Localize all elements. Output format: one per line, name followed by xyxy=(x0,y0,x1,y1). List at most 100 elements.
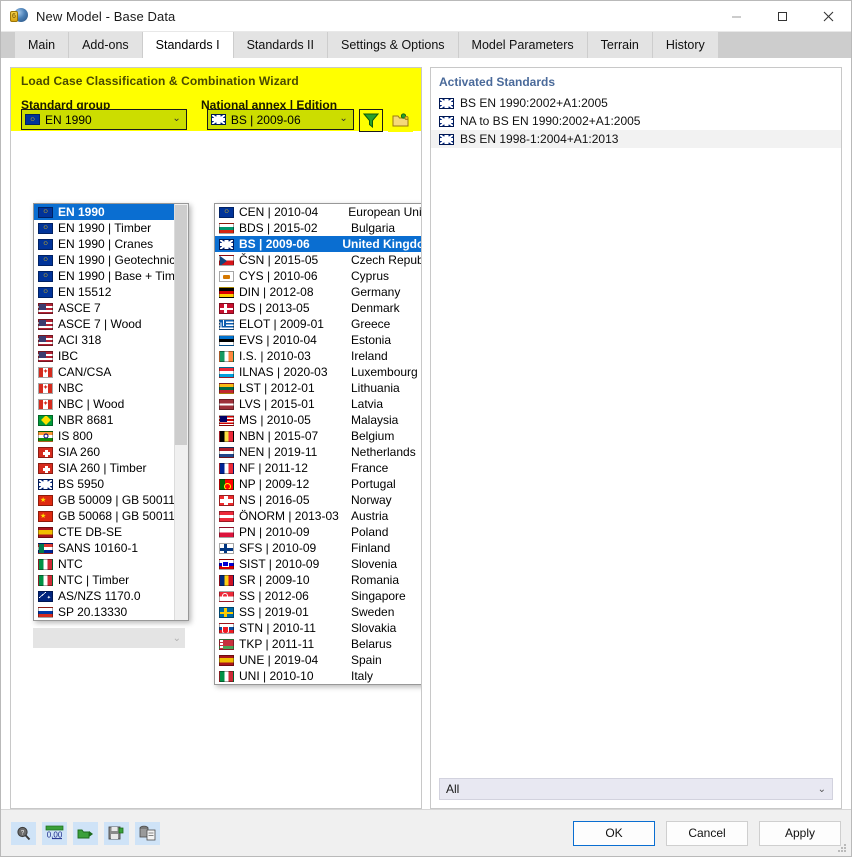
national-annex-item[interactable]: SIST | 2010-09 Slovenia xyxy=(215,556,421,572)
national-annex-item[interactable]: NS | 2016-05 Norway xyxy=(215,492,421,508)
activated-filter-combo[interactable]: All ⌄ xyxy=(439,778,833,800)
tab-standards-ii[interactable]: Standards II xyxy=(233,32,328,58)
standard-group-item[interactable]: NBC xyxy=(34,380,188,396)
standard-group-item[interactable]: EN 15512 xyxy=(34,284,188,300)
activated-standard-label: NA to BS EN 1990:2002+A1:2005 xyxy=(460,114,641,128)
de-flag-icon xyxy=(219,286,234,298)
tab-standards-i[interactable]: Standards I xyxy=(142,32,234,58)
standard-group-item[interactable]: CAN/CSA xyxy=(34,364,188,380)
tab-history[interactable]: History xyxy=(652,32,719,58)
national-annex-item[interactable]: TKP | 2011-11 Belarus xyxy=(215,636,421,652)
national-annex-item[interactable]: NEN | 2019-11 Netherlands xyxy=(215,444,421,460)
tab-model-parameters[interactable]: Model Parameters xyxy=(458,32,588,58)
standard-group-item[interactable]: SIA 260 | Timber xyxy=(34,460,188,476)
standard-group-item[interactable]: ASCE 7 | Wood xyxy=(34,316,188,332)
national-annex-item[interactable]: SFS | 2010-09 Finland xyxy=(215,540,421,556)
standard-group-dropdown[interactable]: EN 1990 EN 1990 | Timber EN 1990 | Cranes E… xyxy=(33,203,189,621)
cancel-button[interactable]: Cancel xyxy=(666,820,748,846)
tab-terrain[interactable]: Terrain xyxy=(587,32,653,58)
national-annex-item[interactable]: DIN | 2012-08 Germany xyxy=(215,284,421,300)
standard-group-item[interactable]: EN 1990 | Base + Timber xyxy=(34,268,188,284)
apply-button[interactable]: Apply xyxy=(759,820,841,846)
national-annex-item[interactable]: NBN | 2015-07 Belgium xyxy=(215,428,421,444)
lt-flag-icon xyxy=(219,382,234,394)
national-annex-code: NF | 2011-12 xyxy=(239,461,308,475)
national-annex-item[interactable]: STN | 2010-11 Slovakia xyxy=(215,620,421,636)
standard-group-item-label: SP 20.13330 xyxy=(58,605,128,619)
national-annex-item[interactable]: LVS | 2015-01 Latvia xyxy=(215,396,421,412)
national-annex-item[interactable]: NP | 2009-12 Portugal xyxy=(215,476,421,492)
gb-flag-icon xyxy=(38,478,53,490)
national-annex-item[interactable]: PN | 2010-09 Poland xyxy=(215,524,421,540)
save-defaults-button[interactable] xyxy=(104,821,129,845)
filter-button[interactable] xyxy=(358,109,384,132)
standard-group-item[interactable]: EN 1990 xyxy=(34,204,188,220)
national-annex-item[interactable]: MS | 2010-05 Malaysia xyxy=(215,412,421,428)
tab-settings-options[interactable]: Settings & Options xyxy=(328,32,459,58)
national-annex-country: Denmark xyxy=(351,301,400,315)
ok-button[interactable]: OK xyxy=(573,820,655,846)
national-annex-item[interactable]: DS | 2013-05 Denmark xyxy=(215,300,421,316)
standard-group-item[interactable]: EN 1990 | Timber xyxy=(34,220,188,236)
standard-group-item[interactable]: NTC | Timber xyxy=(34,572,188,588)
close-button[interactable] xyxy=(805,1,851,32)
national-annex-item[interactable]: CYS | 2010-06 Cyprus xyxy=(215,268,421,284)
national-annex-item[interactable]: ILNAS | 2020-03 Luxembourg xyxy=(215,364,421,380)
national-annex-dropdown[interactable]: CEN | 2010-04European UnionBDS | 2015-02… xyxy=(214,203,421,685)
national-annex-item[interactable]: SS | 2012-06 Singapore xyxy=(215,588,421,604)
national-annex-code: NEN | 2019-11 xyxy=(239,445,318,459)
national-annex-item[interactable]: LST | 2012-01 Lithuania xyxy=(215,380,421,396)
tab-add-ons[interactable]: Add-ons xyxy=(69,32,143,58)
open-folder-button[interactable] xyxy=(388,109,413,132)
standard-group-item[interactable]: BS 5950 xyxy=(34,476,188,492)
export-button[interactable] xyxy=(73,821,98,845)
maximize-button[interactable] xyxy=(759,1,805,32)
standard-group-item[interactable]: SP 20.13330 xyxy=(34,604,188,620)
national-annex-country: Portugal xyxy=(351,477,396,491)
national-annex-item[interactable]: I.S. | 2010-03 Ireland xyxy=(215,348,421,364)
standard-group-item[interactable]: CTE DB-SE xyxy=(34,524,188,540)
national-annex-country: Austria xyxy=(351,509,389,523)
standard-group-item[interactable]: SANS 10160-1 xyxy=(34,540,188,556)
resize-grip[interactable] xyxy=(837,843,847,853)
standard-group-item[interactable]: GB 50068 | GB 50011 xyxy=(34,508,188,524)
standard-group-item[interactable]: IS 800 xyxy=(34,428,188,444)
national-annex-item[interactable]: BS | 2009-06 United Kingdom xyxy=(215,236,421,252)
standard-group-item[interactable]: EN 1990 | Geotechnics xyxy=(34,252,188,268)
national-annex-item[interactable]: NF | 2011-12 France xyxy=(215,460,421,476)
national-annex-item[interactable]: UNI | 2010-10 Italy xyxy=(215,668,421,684)
national-annex-item[interactable]: UNE | 2019-04 Spain xyxy=(215,652,421,668)
standard-group-item[interactable]: ASCE 7 xyxy=(34,300,188,316)
activated-standard-item[interactable]: NA to BS EN 1990:2002+A1:2005 xyxy=(431,112,841,130)
decimal-places-button[interactable]: 0,00 xyxy=(42,821,67,845)
national-annex-combo[interactable]: BS | 2009-06 ⌄ xyxy=(206,109,354,130)
help-magnifier-button[interactable]: ? xyxy=(11,821,36,845)
standard-group-item[interactable]: AS/NZS 1170.0 xyxy=(34,588,188,604)
national-annex-item[interactable]: ÖNORM | 2013-03 Austria xyxy=(215,508,421,524)
activated-standard-item[interactable]: BS EN 1998-1:2004+A1:2013 xyxy=(431,130,841,148)
activated-standard-item[interactable]: BS EN 1990:2002+A1:2005 xyxy=(431,94,841,112)
report-button[interactable] xyxy=(135,821,160,845)
standard-group-item[interactable]: IBC xyxy=(34,348,188,364)
national-annex-item[interactable]: ČSN | 2015-05 Czech Republic xyxy=(215,252,421,268)
national-annex-item[interactable]: SR | 2009-10 Romania xyxy=(215,572,421,588)
standard-group-item-label: AS/NZS 1170.0 xyxy=(58,589,141,603)
national-annex-item[interactable]: BDS | 2015-02 Bulgaria xyxy=(215,220,421,236)
standard-group-item[interactable]: SIA 260 xyxy=(34,444,188,460)
standard-group-item[interactable]: ACI 318 xyxy=(34,332,188,348)
national-annex-item[interactable]: CEN | 2010-04 European Union xyxy=(215,204,421,220)
standard-group-item[interactable]: EN 1990 | Cranes xyxy=(34,236,188,252)
standard-group-item[interactable]: NBC | Wood xyxy=(34,396,188,412)
standard-group-item[interactable]: NBR 8681 xyxy=(34,412,188,428)
scrollbar-thumb[interactable] xyxy=(175,205,187,445)
tab-main[interactable]: Main xyxy=(15,32,70,58)
standard-group-combo[interactable]: EN 1990 ⌄ xyxy=(21,109,187,130)
national-annex-item[interactable]: ELOT | 2009-01 Greece xyxy=(215,316,421,332)
standard-group-item[interactable]: GB 50009 | GB 50011 xyxy=(34,492,188,508)
dropdown-scrollbar[interactable] xyxy=(174,204,188,620)
minimize-button[interactable] xyxy=(713,1,759,32)
standard-group-item[interactable]: NTC xyxy=(34,556,188,572)
national-annex-item[interactable]: SS | 2019-01 Sweden xyxy=(215,604,421,620)
standard-group-item-label: GB 50068 | GB 50011 xyxy=(58,509,175,523)
national-annex-item[interactable]: EVS | 2010-04 Estonia xyxy=(215,332,421,348)
